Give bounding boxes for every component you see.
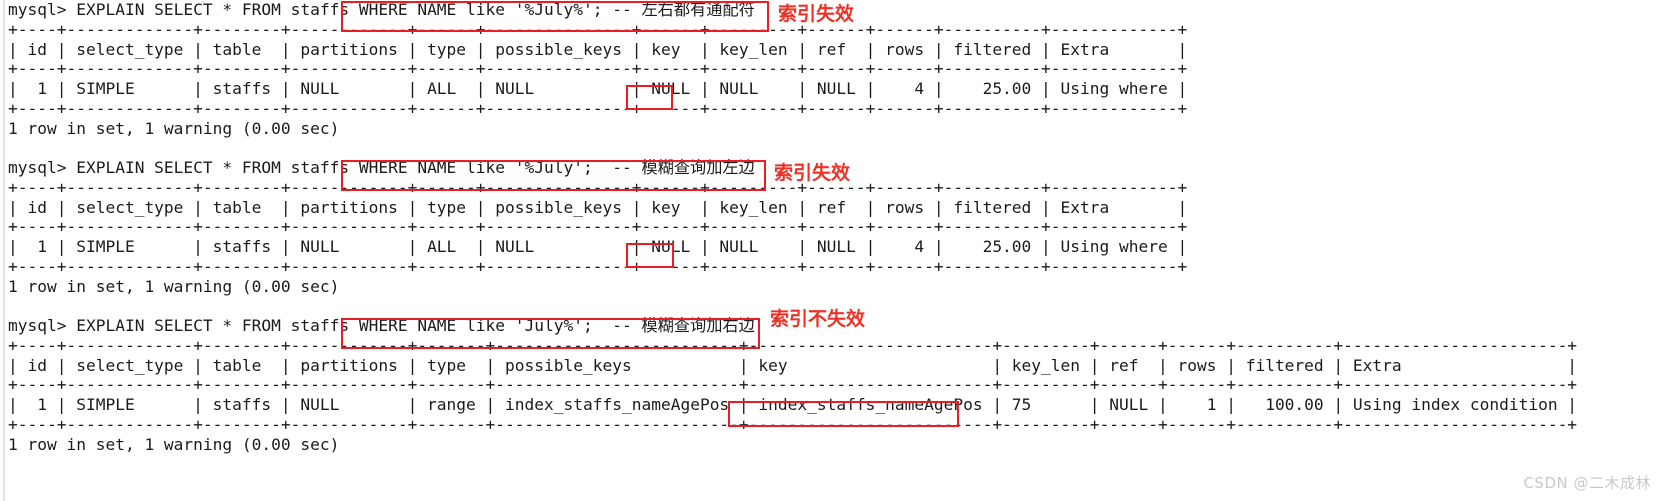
console-output: mysql> EXPLAIN SELECT * FROM staffs WHER… xyxy=(8,0,1578,454)
terminal-window: mysql> EXPLAIN SELECT * FROM staffs WHER… xyxy=(0,0,1665,501)
annotation-index-invalid-2: 索引失效 xyxy=(774,162,851,184)
csdn-watermark: CSDN @二木成林 xyxy=(1523,474,1651,492)
left-edge-rule xyxy=(3,0,5,501)
annotation-index-valid-3: 索引不失效 xyxy=(770,308,866,330)
annotation-index-invalid-1: 索引失效 xyxy=(778,3,855,25)
